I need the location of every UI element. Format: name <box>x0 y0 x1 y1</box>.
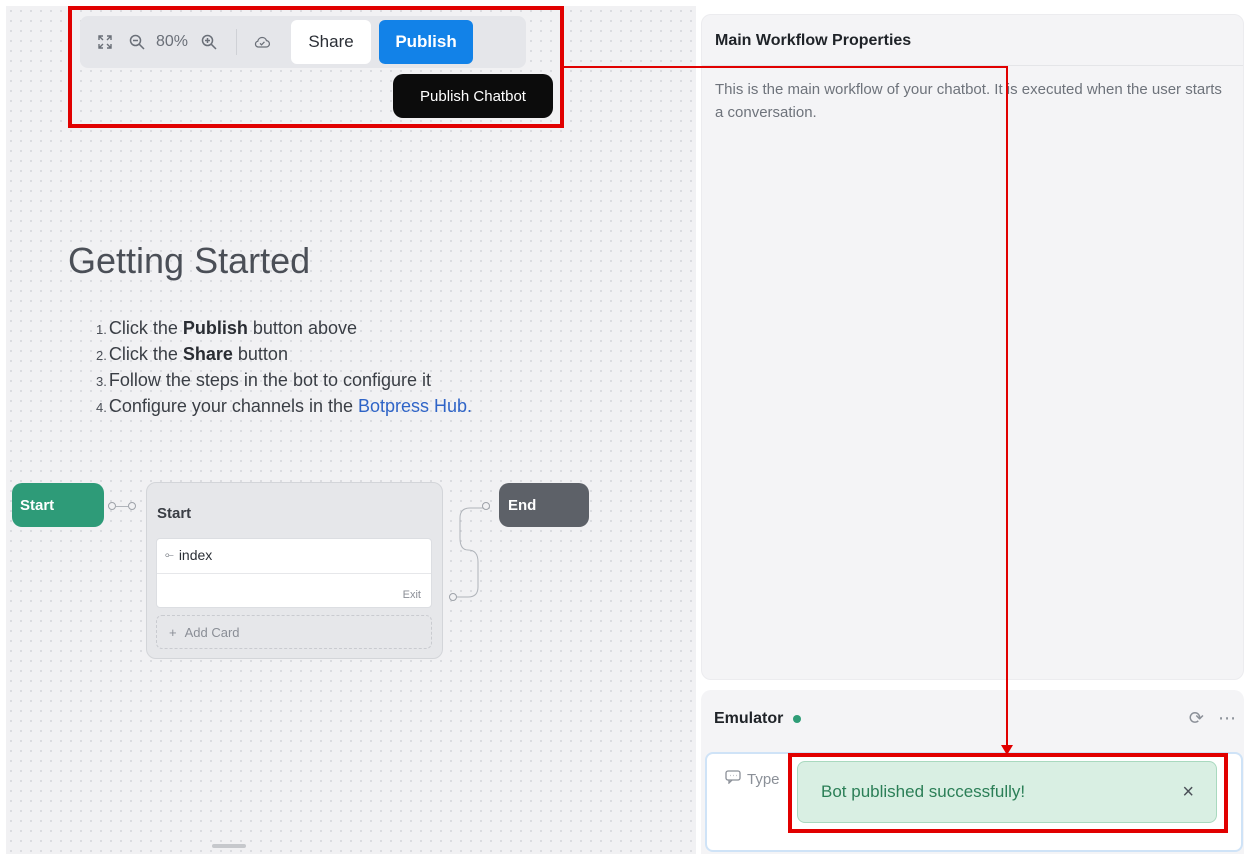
start-card-node[interactable]: Start ⟜ index Exit + Add Card <box>146 482 443 659</box>
publish-button[interactable]: Publish <box>379 20 474 64</box>
properties-title: Main Workflow Properties <box>715 32 912 49</box>
close-icon[interactable]: × <box>1182 781 1194 804</box>
card-item[interactable]: ⟜ index Exit <box>156 538 432 608</box>
card-item-label: index <box>178 547 213 563</box>
botpress-hub-link[interactable]: Botpress Hub. <box>358 396 472 416</box>
zoom-in-icon[interactable] <box>198 31 220 53</box>
toolbar-divider <box>236 29 238 55</box>
zoom-level: 80% <box>156 33 189 50</box>
toast-message: Bot published successfully! <box>821 782 1026 801</box>
workflow-properties-panel: Main Workflow Properties This is the mai… <box>701 14 1244 680</box>
status-dot <box>793 715 802 723</box>
getting-started-steps: 1. Click the Publish button above 2. Click… <box>96 316 472 420</box>
connector-line <box>116 506 128 507</box>
step-item: 1. Click the Publish button above <box>96 318 357 338</box>
exit-connector <box>457 507 490 598</box>
emulator-header: Emulator <box>714 710 802 728</box>
emulator-title: Emulator <box>714 710 784 727</box>
more-options-icon[interactable]: ⋯ <box>1218 708 1236 729</box>
add-card-button[interactable]: + Add Card <box>156 615 432 649</box>
plus-icon: + <box>169 624 177 640</box>
end-node[interactable]: End <box>499 483 589 527</box>
step-item: 2. Click the Share button <box>96 344 288 364</box>
getting-started-title: Getting Started <box>68 240 311 281</box>
refresh-icon[interactable]: ⟳ <box>1189 708 1204 729</box>
cloud-check-icon[interactable] <box>251 31 273 53</box>
publish-tooltip: Publish Chatbot <box>393 74 553 118</box>
exit-label: Exit <box>402 589 421 601</box>
fullscreen-icon[interactable] <box>94 31 116 53</box>
step-item: 4. Configure your channels in the Botpres… <box>96 396 473 416</box>
properties-description: This is the main workflow of your chatbo… <box>715 81 1222 121</box>
end-node-port[interactable] <box>482 502 490 510</box>
share-button[interactable]: Share <box>291 20 372 64</box>
success-toast: Bot published successfully! × <box>797 761 1217 823</box>
canvas-toolbar: 80% Share Publish <box>80 16 526 68</box>
start-node[interactable]: Start <box>12 483 104 527</box>
chat-bubble-icon <box>725 770 741 788</box>
step-item: 3. Follow the steps in the bot to configu… <box>96 370 432 390</box>
input-placeholder: Type <box>747 770 780 788</box>
start-node-port[interactable] <box>108 502 116 510</box>
zoom-out-icon[interactable] <box>126 31 148 53</box>
card-title: Start <box>157 505 192 522</box>
flow-icon: ⟜ <box>165 548 174 561</box>
card-input-port[interactable] <box>128 502 136 510</box>
workflow-canvas[interactable]: 80% Share Publish Publish Chatbot Gettin… <box>6 6 696 854</box>
panel-resize-handle[interactable] <box>212 844 246 848</box>
